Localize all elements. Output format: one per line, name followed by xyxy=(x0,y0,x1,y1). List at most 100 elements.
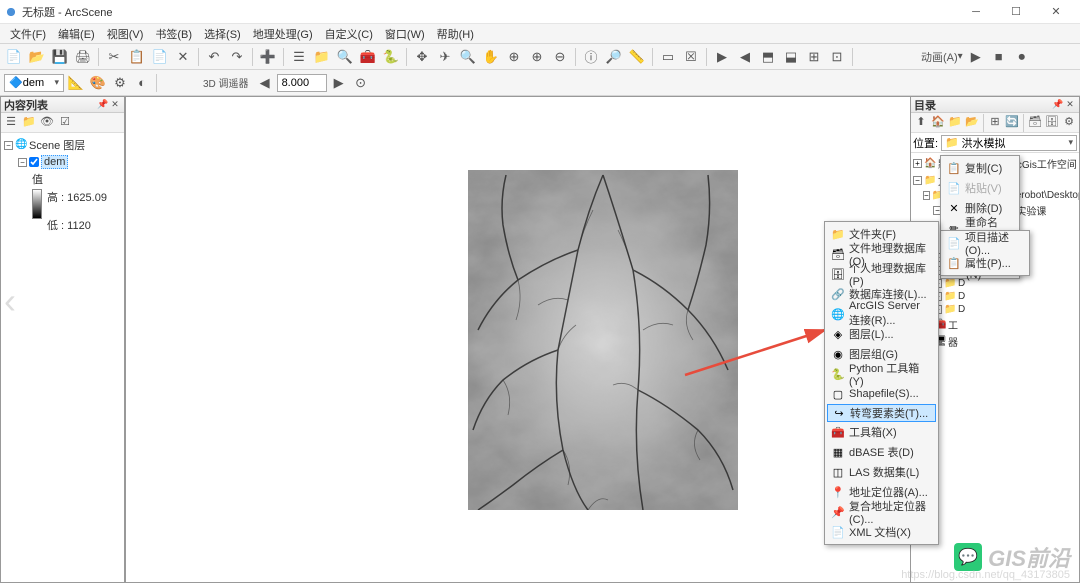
layer-combo[interactable]: 🔷dem▾ xyxy=(4,74,64,92)
prev-icon[interactable]: ◀ xyxy=(255,73,275,93)
add-data-icon[interactable]: ➕ xyxy=(258,47,278,67)
close-button[interactable]: ✕ xyxy=(1036,0,1076,24)
python-icon[interactable]: 🐍 xyxy=(381,47,401,67)
location-combo[interactable]: 📁 洪水模拟 ▾ xyxy=(941,135,1077,151)
list-by-drawing-icon[interactable]: ☰ xyxy=(3,115,19,131)
cut-icon[interactable]: ✂ xyxy=(104,47,124,67)
ctx-personal-gdb[interactable]: 🗄个人地理数据库(P) xyxy=(827,264,936,284)
close-panel-icon[interactable]: ✕ xyxy=(109,99,121,110)
menu-select[interactable]: 选择(S) xyxy=(198,24,247,44)
ctx-dbase[interactable]: ▦dBASE 表(D) xyxy=(827,442,936,462)
value-combo[interactable]: 8.000 xyxy=(277,74,327,92)
connect-folder-icon[interactable]: 📁 xyxy=(947,115,963,131)
anim-icon[interactable]: ⏺ xyxy=(1012,47,1032,67)
ctx-props[interactable]: 📋属性(P)... xyxy=(943,253,1027,273)
menu-file[interactable]: 文件(F) xyxy=(4,24,52,44)
menu-help[interactable]: 帮助(H) xyxy=(431,24,480,44)
tool-icon[interactable]: ⬒ xyxy=(758,47,778,67)
ctx-turn-fc[interactable]: ↪转弯要素类(T)... xyxy=(827,404,936,422)
toc-icon[interactable]: ☰ xyxy=(289,47,309,67)
refresh-icon[interactable]: 🔄 xyxy=(1004,115,1020,131)
search-icon[interactable]: 🔍 xyxy=(335,47,355,67)
pin-icon[interactable]: 📌 xyxy=(97,99,109,110)
fly-icon[interactable]: ✈ xyxy=(435,47,455,67)
zoom-in-icon[interactable]: ⊕ xyxy=(527,47,547,67)
menu-bookmark[interactable]: 书签(B) xyxy=(149,24,198,44)
find-icon[interactable]: 🔎 xyxy=(604,47,624,67)
expand-icon[interactable]: − xyxy=(923,191,930,200)
toggle-icon[interactable]: ⊞ xyxy=(987,115,1003,131)
print-icon[interactable]: 🖨 xyxy=(73,47,93,67)
disconnect-icon[interactable]: 📂 xyxy=(964,115,980,131)
list-by-source-icon[interactable]: 📁 xyxy=(21,115,37,131)
undo-icon[interactable]: ↶ xyxy=(204,47,224,67)
gdb-icon[interactable]: 🗃 xyxy=(1027,115,1043,131)
gdb-icon[interactable]: 🗄 xyxy=(1044,115,1060,131)
tool-icon[interactable]: 📐 xyxy=(66,73,86,93)
expand-icon[interactable]: − xyxy=(913,176,922,185)
layer-node[interactable]: − dem xyxy=(4,154,121,170)
tool-icon[interactable]: 🎨 xyxy=(88,73,108,93)
menu-edit[interactable]: 编辑(E) xyxy=(52,24,101,44)
tool-icon[interactable]: ◀ xyxy=(735,47,755,67)
close-panel-icon[interactable]: ✕ xyxy=(1064,99,1076,110)
measure-icon[interactable]: 📏 xyxy=(627,47,647,67)
menu-window[interactable]: 窗口(W) xyxy=(379,24,431,44)
catalog-icon[interactable]: 📁 xyxy=(312,47,332,67)
open-icon[interactable]: 📂 xyxy=(27,47,47,67)
tool-icon[interactable]: ▶ xyxy=(712,47,732,67)
zoom-icon[interactable]: 🔍 xyxy=(458,47,478,67)
full-extent-icon[interactable]: ⊕ xyxy=(504,47,524,67)
list-by-selection-icon[interactable]: ☑ xyxy=(57,115,73,131)
toolbox-icon[interactable]: 🧰 xyxy=(358,47,378,67)
menu-view[interactable]: 视图(V) xyxy=(101,24,150,44)
copy-icon[interactable]: 📋 xyxy=(127,47,147,67)
up-icon[interactable]: ⬆ xyxy=(913,115,929,131)
maximize-button[interactable]: ☐ xyxy=(996,0,1036,24)
animation-dropdown[interactable]: 动画(A) ▾ xyxy=(921,48,963,66)
pan-icon[interactable]: ✋ xyxy=(481,47,501,67)
layer-label[interactable]: dem xyxy=(41,155,68,169)
anim-icon[interactable]: ▶ xyxy=(966,47,986,67)
layer-checkbox[interactable] xyxy=(29,157,39,167)
tool-icon[interactable]: ⊙ xyxy=(351,73,371,93)
tool-icon[interactable]: ⬓ xyxy=(781,47,801,67)
clear-select-icon[interactable]: ☒ xyxy=(681,47,701,67)
ctx-xml[interactable]: 📄XML 文档(X) xyxy=(827,522,936,542)
ctx-composite-locator[interactable]: 📌复合地址定位器(C)... xyxy=(827,502,936,522)
tool-icon[interactable]: ⊞ xyxy=(804,47,824,67)
new-icon[interactable]: 📄 xyxy=(4,47,24,67)
save-icon[interactable]: 💾 xyxy=(50,47,70,67)
pin-icon[interactable]: 📌 xyxy=(1052,99,1064,110)
expand-icon[interactable]: − xyxy=(4,141,13,150)
ctx-toolbox[interactable]: 🧰工具箱(X) xyxy=(827,422,936,442)
expand-icon[interactable]: − xyxy=(18,158,27,167)
nav-icon[interactable]: ✥ xyxy=(412,47,432,67)
home-icon[interactable]: 🏠 xyxy=(930,115,946,131)
ctx-python-toolbox[interactable]: 🐍Python 工具箱(Y) xyxy=(827,364,936,384)
options-icon[interactable]: ⚙ xyxy=(1061,115,1077,131)
list-by-visibility-icon[interactable]: 👁 xyxy=(39,115,55,131)
ctx-item-desc[interactable]: 📄项目描述(O)... xyxy=(943,233,1027,253)
expand-icon[interactable]: + xyxy=(913,159,922,168)
ctx-copy[interactable]: 📋复制(C) xyxy=(943,158,1017,178)
minimize-button[interactable]: ─ xyxy=(956,0,996,24)
next-icon[interactable]: ▶ xyxy=(329,73,349,93)
paste-icon[interactable]: 📄 xyxy=(150,47,170,67)
ctx-arcgis-server[interactable]: 🌐ArcGIS Server 连接(R)... xyxy=(827,304,936,324)
menu-customize[interactable]: 自定义(C) xyxy=(319,24,379,44)
ctx-las[interactable]: ◫LAS 数据集(L) xyxy=(827,462,936,482)
zoom-out-icon[interactable]: ⊖ xyxy=(550,47,570,67)
menu-geoprocessing[interactable]: 地理处理(G) xyxy=(247,24,319,44)
scene-node[interactable]: − 🌐 Scene 图层 xyxy=(4,136,121,154)
ctx-layer[interactable]: ◈图层(L)... xyxy=(827,324,936,344)
select-icon[interactable]: ▭ xyxy=(658,47,678,67)
prev-image-chevron[interactable]: ‹ xyxy=(4,280,16,322)
tool-icon[interactable]: ⊡ xyxy=(827,47,847,67)
anim-icon[interactable]: ■ xyxy=(989,47,1009,67)
redo-icon[interactable]: ↷ xyxy=(227,47,247,67)
tool-icon[interactable]: ⚙ xyxy=(110,73,130,93)
delete-icon[interactable]: ✕ xyxy=(173,47,193,67)
tool-icon[interactable]: ◐ xyxy=(132,73,152,93)
identify-icon[interactable]: ⓘ xyxy=(581,47,601,67)
